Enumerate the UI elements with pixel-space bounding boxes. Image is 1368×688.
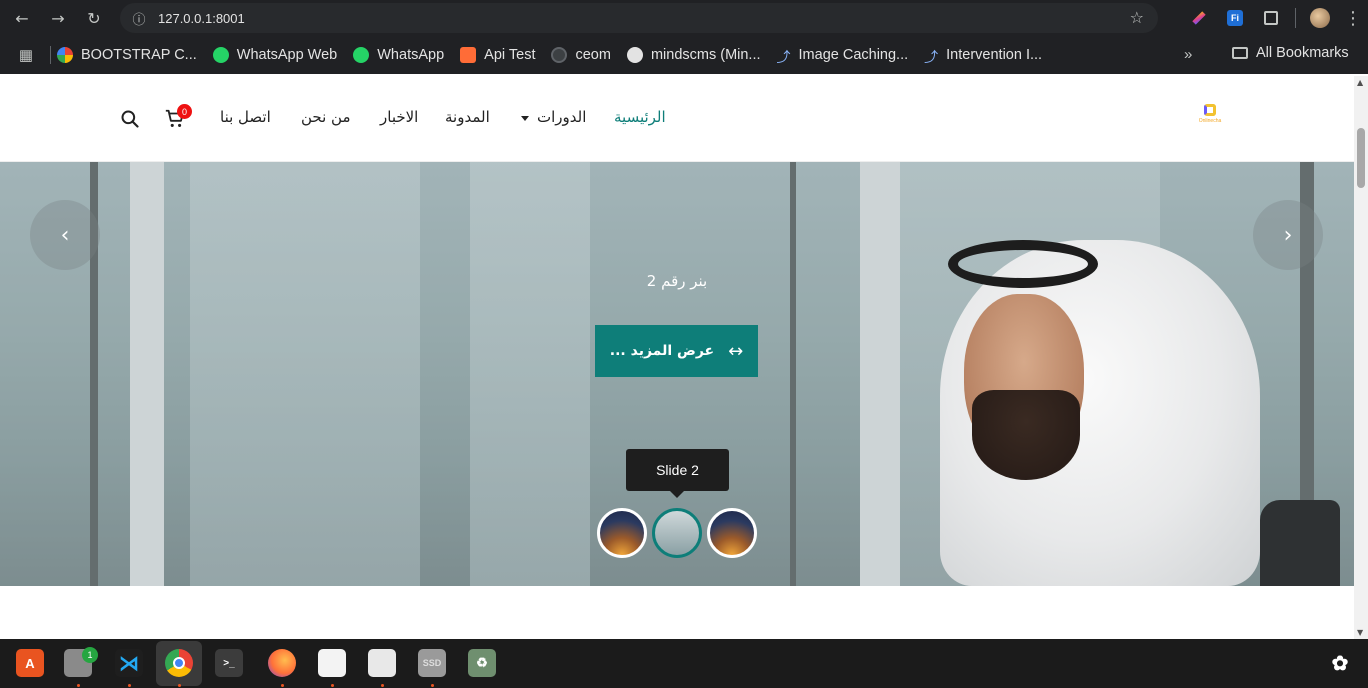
bookmark-image-caching[interactable]: ⤴ Image Caching... (776, 47, 909, 65)
forward-arrow-icon[interactable]: → (40, 0, 76, 36)
cart-count-badge: 0 (177, 104, 192, 119)
slide-caption: بنر رقم 2 (646, 272, 708, 290)
logo-mark-icon (1204, 104, 1216, 116)
slider-prev-button[interactable]: ‹ (30, 200, 100, 270)
nav-courses[interactable]: الدورات (537, 108, 586, 126)
document-viewer-icon[interactable] (368, 649, 396, 677)
show-more-button[interactable]: ... عرض المزيد ↔ (595, 325, 758, 377)
site-logo[interactable]: Onlinecha (1196, 104, 1224, 130)
search-icon (121, 110, 139, 128)
whatsapp-icon (212, 47, 229, 63)
more-bookmarks-button[interactable]: » (1184, 46, 1192, 63)
text-editor-icon[interactable] (318, 649, 346, 677)
slide-thumb-1[interactable] (597, 508, 647, 558)
web-page: Onlinecha الرئيسية الدورات المدونة الاخب… (0, 76, 1354, 639)
reload-icon[interactable]: ↻ (76, 0, 112, 36)
cta-label: ... عرض المزيد (609, 343, 715, 359)
search-button[interactable] (120, 109, 140, 129)
link-icon: ⤴ (924, 49, 939, 65)
postman-icon (460, 47, 477, 63)
whatsapp-icon (353, 47, 370, 63)
running-indicator (77, 684, 80, 687)
bookmark-mindscms[interactable]: mindscms (Min... (626, 47, 761, 63)
fi-extension-icon[interactable]: Fi (1217, 0, 1253, 36)
bookmark-ceom[interactable]: ceom (551, 47, 611, 63)
browser-menu-icon[interactable]: ⋮ (1338, 8, 1368, 29)
running-indicator (431, 684, 434, 687)
bookmark-bootstrap[interactable]: BOOTSTRAP C... (57, 47, 197, 63)
running-indicator (281, 684, 284, 687)
bookmark-api-test[interactable]: Api Test (460, 47, 535, 63)
slide-thumb-2[interactable] (652, 508, 702, 558)
google-icon (57, 47, 73, 63)
hero-slider: ‹ › بنر رقم 2 ... عرض المزيد ↔ Slide 2 (0, 162, 1354, 586)
bookmarks-bar: ▦ BOOTSTRAP C... WhatsApp Web WhatsApp A… (0, 36, 1368, 74)
terminal-icon[interactable]: >_ (215, 649, 243, 677)
nav-about[interactable]: من نحن (301, 108, 351, 126)
bookmarks-divider (50, 46, 51, 64)
site-info-icon[interactable]: ⓘ (124, 9, 154, 28)
nav-contact[interactable]: اتصل بنا (220, 108, 271, 126)
nav-news[interactable]: الاخبار (380, 108, 418, 126)
scrollbar-thumb[interactable] (1357, 128, 1365, 188)
vscode-icon[interactable]: ⋊ (115, 649, 143, 677)
trash-icon[interactable]: ♻ (468, 649, 496, 677)
scroll-up-icon[interactable]: ▲ (1357, 78, 1363, 87)
address-bar[interactable]: ⓘ 127.0.0.1:8001 ☆ (120, 3, 1158, 33)
running-indicator (331, 684, 334, 687)
browser-toolbar: ← → ↻ ⓘ 127.0.0.1:8001 ☆ Fi ⋮ (0, 0, 1368, 36)
toolbar-divider (1295, 8, 1296, 28)
chevron-right-icon: › (1283, 222, 1293, 248)
files-notification-badge: 1 (82, 647, 98, 663)
banner-person-image (880, 240, 1350, 586)
scroll-down-icon[interactable]: ▼ (1357, 628, 1363, 637)
nav-blog[interactable]: المدونة (445, 108, 490, 126)
all-bookmarks-button[interactable]: All Bookmarks (1232, 45, 1349, 61)
ubuntu-logo-icon[interactable]: ✿ (1326, 649, 1354, 677)
slide-thumb-3[interactable] (707, 508, 757, 558)
link-icon: ⤴ (776, 49, 791, 65)
extensions-puzzle-icon[interactable] (1253, 0, 1289, 36)
pen-extension-icon[interactable] (1181, 0, 1217, 36)
site-header: Onlinecha الرئيسية الدورات المدونة الاخب… (0, 76, 1354, 162)
chevron-left-icon: ‹ (60, 222, 70, 248)
running-indicator (381, 684, 384, 687)
bookmark-whatsapp-web[interactable]: WhatsApp Web (212, 47, 337, 63)
folder-icon (1232, 47, 1248, 59)
bookmark-whatsapp[interactable]: WhatsApp (353, 47, 444, 63)
globe-icon (551, 47, 568, 63)
os-taskbar: A ⋊ >_ SSD ♻ ✿ (0, 639, 1368, 688)
chrome-icon[interactable] (165, 649, 193, 677)
disk-icon[interactable]: SSD (418, 649, 446, 677)
github-icon (626, 47, 643, 63)
slide-tooltip: Slide 2 (626, 449, 729, 498)
firefox-icon[interactable] (268, 649, 296, 677)
double-arrow-icon: ↔ (728, 340, 744, 362)
running-indicator (128, 684, 131, 687)
running-indicator (178, 684, 181, 687)
nav-home[interactable]: الرئيسية (614, 108, 666, 126)
back-arrow-icon[interactable]: ← (4, 0, 40, 36)
logo-text: Onlinecha (1198, 118, 1222, 124)
bookmark-star-icon[interactable]: ☆ (1130, 8, 1144, 27)
apps-grid-icon[interactable]: ▦ (8, 46, 44, 64)
cart-button[interactable]: 0 (164, 104, 192, 130)
bookmark-intervention[interactable]: ⤴ Intervention I... (924, 47, 1042, 65)
app-center-icon[interactable]: A (16, 649, 44, 677)
profile-avatar[interactable] (1302, 0, 1338, 36)
chevron-down-icon[interactable] (521, 116, 529, 121)
slider-next-button[interactable]: › (1253, 200, 1323, 270)
page-scrollbar[interactable]: ▲ ▼ (1354, 76, 1368, 639)
url-text[interactable]: 127.0.0.1:8001 (158, 11, 245, 26)
